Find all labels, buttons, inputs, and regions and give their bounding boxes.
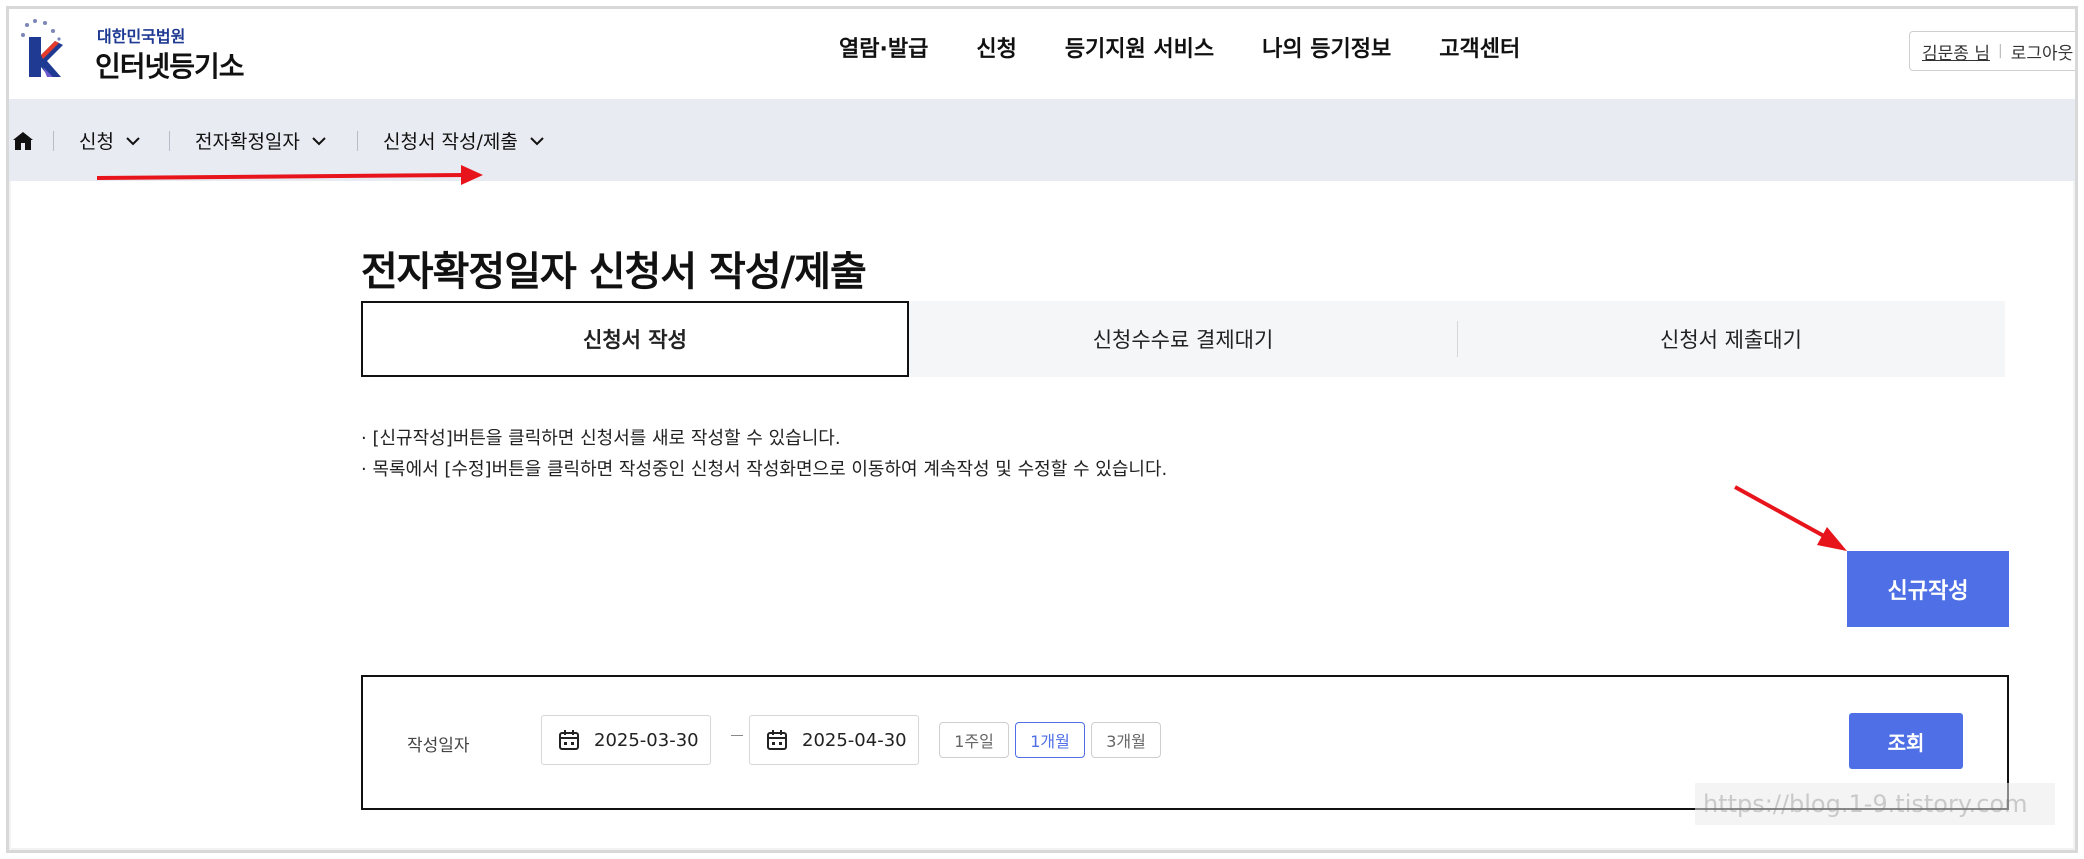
nav-item-view-issue[interactable]: 열람·발급	[839, 31, 928, 63]
site-header: 대한민국법원 인터넷등기소 열람·발급 신청 등기지원 서비스 나의 등기정보 …	[9, 9, 2075, 99]
tab-fee-payment-pending[interactable]: 신청수수료 결제대기	[909, 301, 1457, 377]
period-3month-button[interactable]: 3개월	[1091, 722, 1161, 758]
chevron-down-icon	[530, 136, 544, 145]
tab-label: 신청수수료 결제대기	[1092, 328, 1274, 352]
nav-item-apply[interactable]: 신청	[976, 31, 1016, 63]
page-title: 전자확정일자 신청서 작성/제출	[361, 249, 867, 295]
global-nav: 열람·발급 신청 등기지원 서비스 나의 등기정보 고객센터	[839, 31, 1520, 63]
logo-title: 인터넷등기소	[95, 50, 245, 83]
breadcrumb-item-label: 신청서 작성/제출	[383, 131, 518, 153]
breadcrumb-item-apply[interactable]: 신청	[79, 127, 142, 154]
date-from-field[interactable]: 2025-03-30	[541, 715, 711, 765]
breadcrumb-item-e-fixed-date[interactable]: 전자확정일자	[195, 127, 328, 154]
guide-note: · [신규작성]버튼을 클릭하면 신청서를 새로 작성할 수 있습니다.	[361, 428, 841, 449]
date-filter-label: 작성일자	[407, 736, 470, 756]
screenshot-frame: 대한민국법원 인터넷등기소 열람·발급 신청 등기지원 서비스 나의 등기정보 …	[6, 6, 2078, 853]
user-menu-divider: |	[1997, 43, 2003, 59]
period-1month-button[interactable]: 1개월	[1015, 722, 1085, 758]
watermark: https://blog.1-9.tistory.com	[1695, 783, 2055, 825]
breadcrumb-item-write-submit[interactable]: 신청서 작성/제출	[383, 127, 546, 154]
date-to-field[interactable]: 2025-04-30	[749, 715, 919, 765]
nav-item-my-registry[interactable]: 나의 등기정보	[1262, 31, 1391, 63]
breadcrumb-item-label: 전자확정일자	[195, 131, 300, 153]
site-logo[interactable]: 대한민국법원 인터넷등기소	[19, 15, 249, 87]
date-from-value: 2025-03-30	[594, 729, 699, 751]
search-button[interactable]: 조회	[1849, 713, 1963, 769]
new-application-button[interactable]: 신규작성	[1847, 551, 2009, 627]
tab-bar: 신청서 작성 신청수수료 결제대기 신청서 제출대기	[361, 301, 2005, 377]
court-emblem-icon	[21, 19, 63, 77]
tab-label: 신청서 제출대기	[1660, 328, 1802, 352]
user-menu: 김문종 님 | 로그아웃	[1909, 31, 2075, 71]
calendar-icon	[767, 730, 787, 750]
logo-subtitle: 대한민국법원	[97, 27, 186, 46]
breadcrumb-divider	[169, 131, 170, 151]
chevron-down-icon	[312, 136, 326, 145]
annotation-arrow-new-button	[1734, 485, 1847, 551]
nav-item-registry-support[interactable]: 등기지원 서비스	[1065, 31, 1214, 63]
tab-divider	[1457, 321, 1458, 357]
annotation-arrow-breadcrumb	[96, 165, 483, 185]
breadcrumb-item-label: 신청	[79, 131, 114, 153]
home-icon[interactable]	[11, 129, 35, 153]
user-name-link[interactable]: 김문종 님	[1922, 39, 1990, 64]
breadcrumb-divider	[53, 131, 54, 151]
tab-submission-pending[interactable]: 신청서 제출대기	[1457, 301, 2005, 377]
date-range-separator	[731, 735, 743, 736]
guide-notes: · [신규작성]버튼을 클릭하면 신청서를 새로 작성할 수 있습니다. · 목…	[361, 423, 1167, 485]
date-to-value: 2025-04-30	[802, 729, 907, 751]
chevron-down-icon	[126, 136, 140, 145]
guide-note: · 목록에서 [수정]버튼을 클릭하면 작성중인 신청서 작성화면으로 이동하여…	[361, 459, 1168, 480]
logout-link[interactable]: 로그아웃	[2011, 39, 2074, 64]
breadcrumb-divider	[357, 131, 358, 151]
nav-item-customer-center[interactable]: 고객센터	[1439, 31, 1520, 63]
period-1week-button[interactable]: 1주일	[939, 722, 1009, 758]
calendar-icon	[559, 730, 579, 750]
tab-write-application[interactable]: 신청서 작성	[361, 301, 909, 377]
